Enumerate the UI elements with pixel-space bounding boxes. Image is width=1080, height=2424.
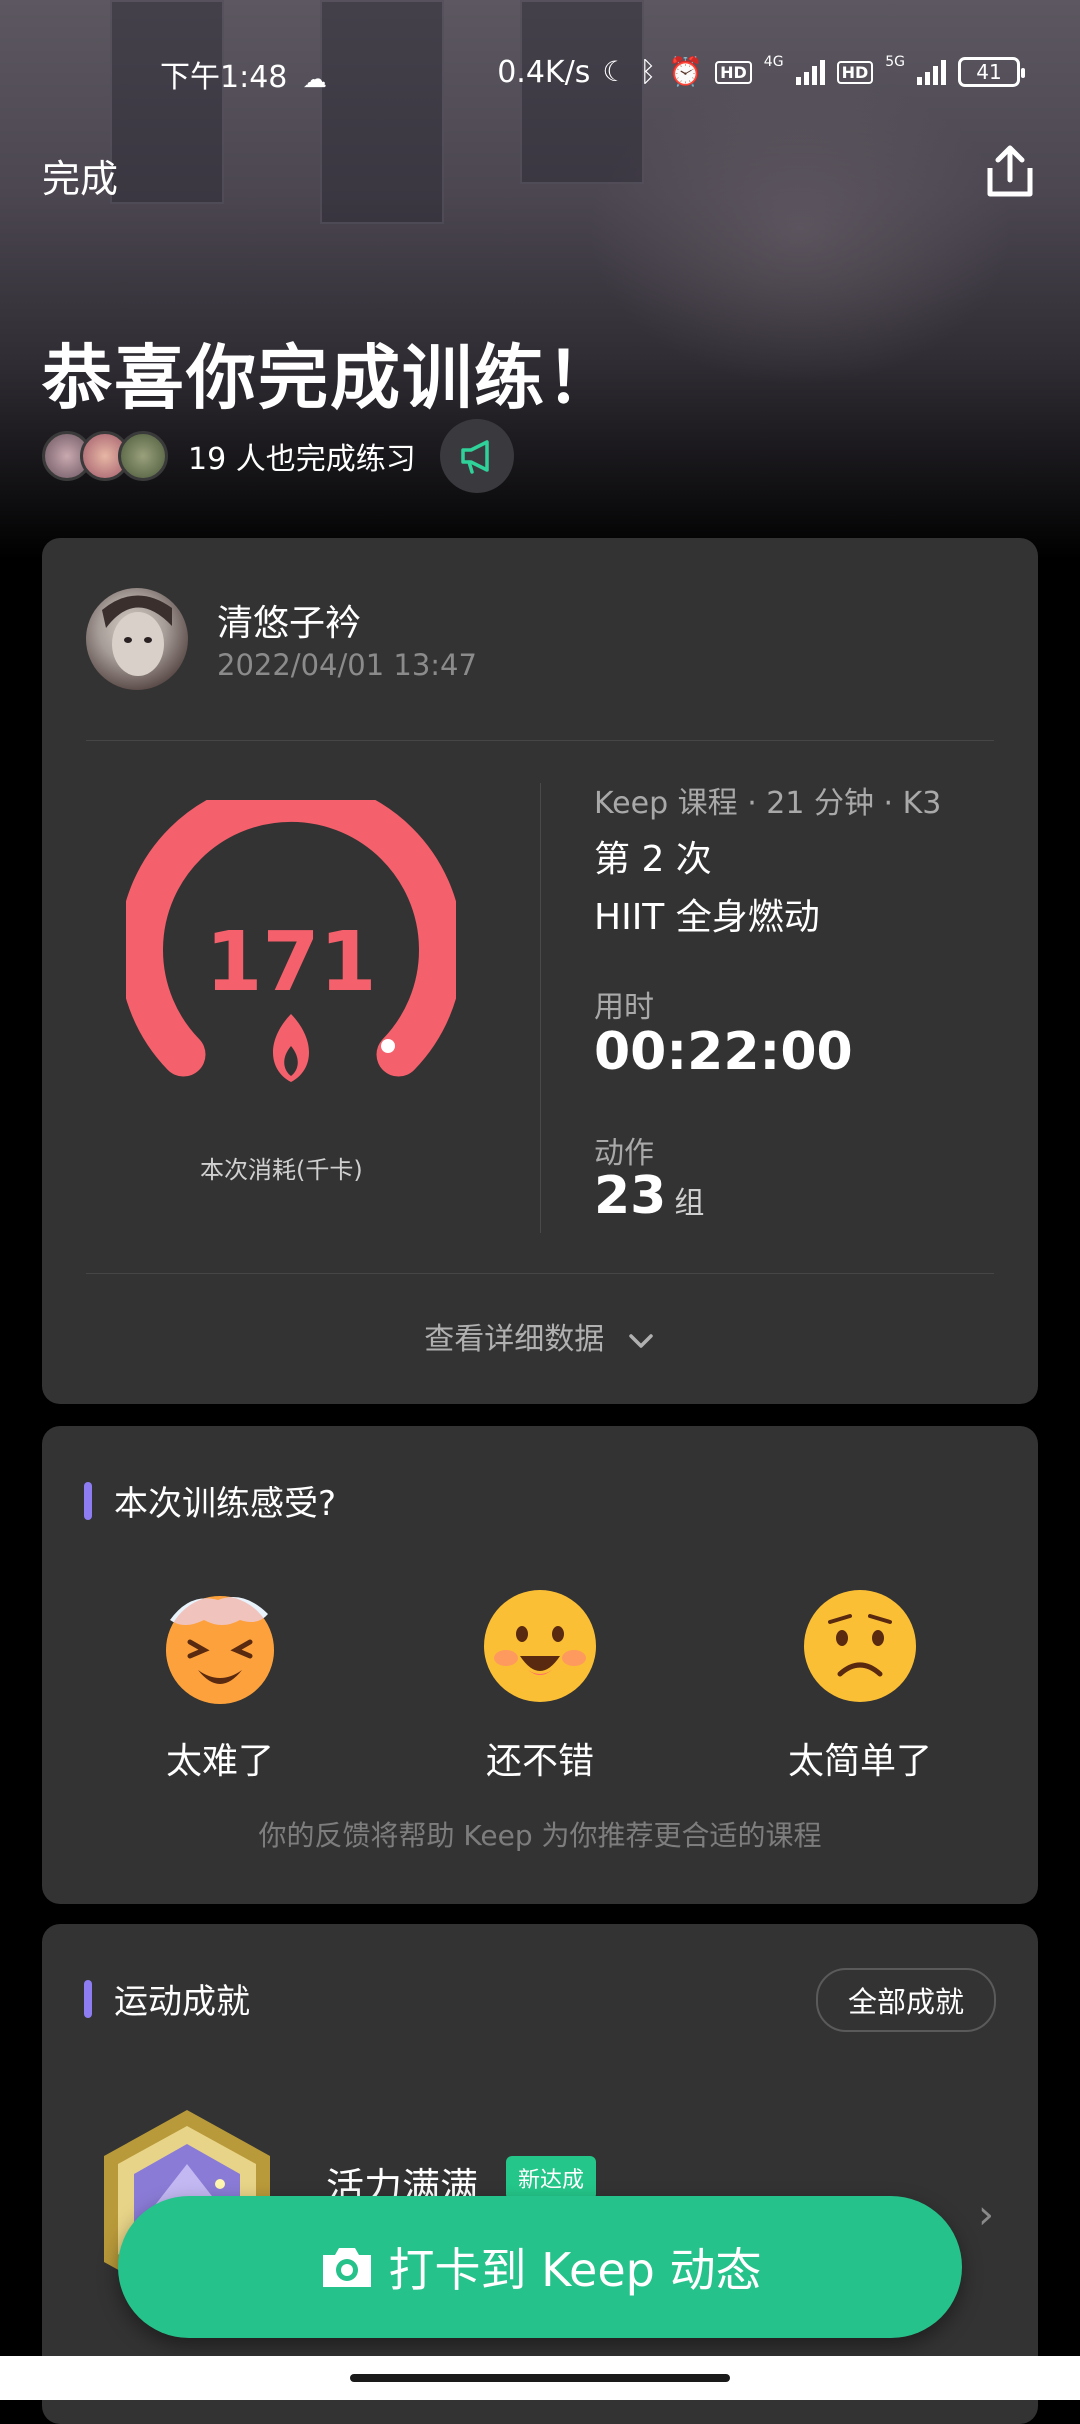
status-time: 下午1:48 [160, 60, 288, 95]
alarm-icon: ⏰ [668, 55, 704, 88]
actions-value: 23 [594, 1166, 667, 1226]
user-avatar[interactable] [86, 588, 188, 690]
top-bar: 完成 [42, 145, 1038, 208]
calorie-gauge: 171 [126, 800, 456, 1082]
hot-face-icon [166, 1596, 274, 1704]
workout-summary-card: 清悠子衿 2022/04/01 13:47 171 本次消耗(千卡) Keep … [42, 538, 1038, 1404]
calorie-label: 本次消耗(千卡) [200, 1156, 363, 1184]
flame-icon [272, 1014, 310, 1082]
chevron-down-icon [629, 1333, 653, 1348]
feedback-card: 本次训练感受? 太难了 还不错 太简单了 你的反馈将帮助 Keep 为你推荐更合… [42, 1426, 1038, 1904]
share-button[interactable] [982, 142, 1038, 202]
checkin-button[interactable]: 打卡到 Keep 动态 [118, 2196, 962, 2338]
net-5g-label: 5G [885, 54, 905, 70]
course-meta: Keep 课程 · 21 分钟 · K3 [594, 786, 942, 821]
option-label: 太简单了 [787, 1741, 932, 1782]
duration-value: 00:22:00 [594, 1022, 853, 1082]
all-achievements-button[interactable]: 全部成就 [815, 1968, 996, 2032]
net-speed: 0.4K/s [497, 54, 591, 90]
calorie-value: 171 [205, 915, 376, 1010]
signal-icon [795, 59, 825, 85]
achievement-header: 运动成就 [84, 1974, 250, 2023]
hd-badge-2: HD [836, 60, 874, 84]
share-icon [987, 145, 1033, 197]
signal-icon-2 [917, 59, 946, 85]
done-button[interactable]: 完成 [42, 148, 118, 203]
actions-value-row: 23 组 [594, 1166, 704, 1226]
vertical-divider [540, 783, 541, 1233]
cheer-button[interactable] [439, 419, 514, 493]
feedback-option-too-hard[interactable]: 太难了 [110, 1586, 330, 1784]
home-indicator[interactable] [350, 2374, 730, 2382]
session-count: 第 2 次 [594, 839, 712, 880]
feedback-option-too-easy[interactable]: 太简单了 [750, 1586, 970, 1784]
chevron-right-icon[interactable]: › [978, 2192, 994, 2238]
others-completed-row: 19 人也完成练习 [42, 419, 514, 493]
option-label: 还不错 [485, 1741, 594, 1782]
frown-face-icon [804, 1590, 916, 1702]
actions-unit: 组 [674, 1186, 705, 1221]
feedback-option-ok[interactable]: 还不错 [430, 1586, 650, 1784]
feedback-title: 本次训练感受? [114, 1484, 337, 1524]
course-name[interactable]: HIIT 全身燃动 [594, 888, 820, 940]
avatar-portrait [102, 595, 172, 676]
status-bar: 下午1:48 ☁ 0.4K/s ☾ ᛒ ⏰ HD 4G HD 5G 41 [0, 52, 1080, 96]
hd-badge: HD [715, 60, 752, 84]
option-label: 太难了 [165, 1741, 274, 1782]
view-details-link[interactable]: 查看详细数据 [42, 1314, 1038, 1358]
workout-datetime: 2022/04/01 13:47 [217, 648, 477, 682]
view-details-label: 查看详细数据 [424, 1322, 605, 1357]
cloud-app-icon: ☁ [302, 65, 327, 93]
others-completed-text: 19 人也完成练习 [188, 442, 416, 477]
section-accent-bar [84, 1481, 92, 1520]
megaphone-icon [460, 440, 489, 474]
divider [86, 1273, 994, 1274]
achievement-title: 运动成就 [114, 1982, 250, 2022]
avatar [118, 431, 168, 481]
page-title: 恭喜你完成训练！ [42, 337, 618, 419]
net-4g-label: 4G [763, 54, 784, 70]
section-accent-bar [84, 1979, 92, 2018]
battery-level: 41 [976, 60, 1002, 84]
divider [86, 740, 994, 741]
achievement-card: 运动成就 全部成就 活力满满 新达成 › [42, 1924, 1038, 2424]
avatar-stack[interactable] [42, 431, 168, 481]
camera-icon [322, 2248, 371, 2287]
battery-icon: 41 [958, 57, 1025, 87]
feedback-hint: 你的反馈将帮助 Keep 为你推荐更合适的课程 [258, 1819, 822, 1852]
bluetooth-icon: ᛒ [639, 55, 657, 88]
smile-face-icon [484, 1590, 596, 1702]
checkin-label: 打卡到 Keep 动态 [388, 2243, 762, 2297]
user-name: 清悠子衿 [217, 603, 362, 644]
duration-label: 用时 [594, 990, 654, 1025]
moon-icon: ☾ [602, 55, 628, 88]
feedback-header: 本次训练感受? [84, 1476, 336, 1525]
new-achieved-tag: 新达成 [506, 2156, 597, 2200]
